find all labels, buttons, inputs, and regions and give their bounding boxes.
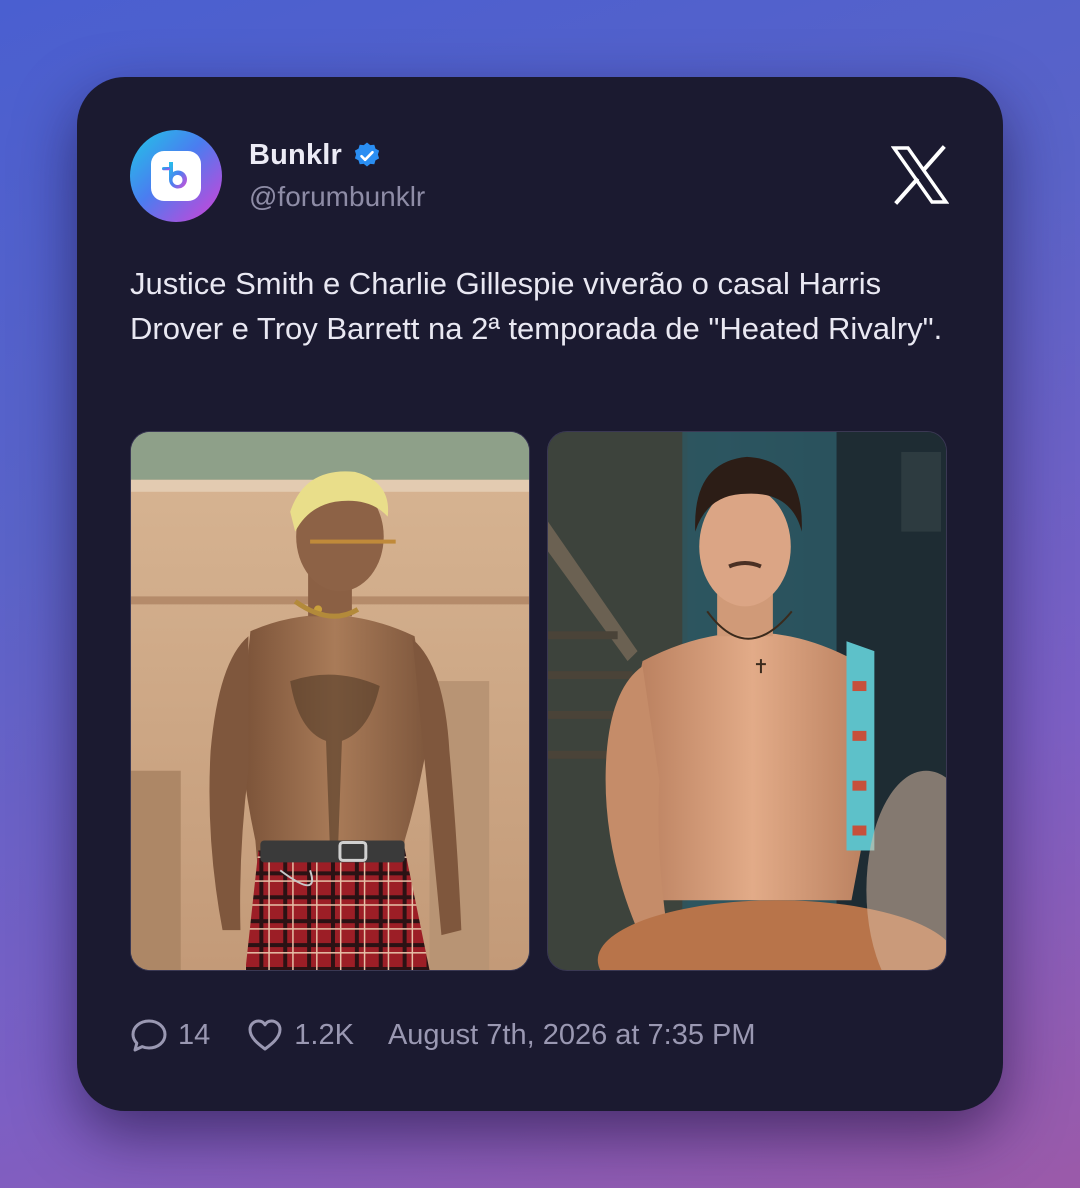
account-name-row: Bunklr bbox=[249, 139, 382, 172]
display-name[interactable]: Bunklr bbox=[249, 139, 342, 172]
avatar[interactable] bbox=[130, 130, 222, 222]
reply-button[interactable]: 14 bbox=[130, 1016, 210, 1054]
account-handle[interactable]: @forumbunklr bbox=[249, 181, 425, 213]
bunklr-logo-icon bbox=[151, 151, 201, 201]
like-button[interactable]: 1.2K bbox=[246, 1016, 354, 1054]
reply-count: 14 bbox=[178, 1018, 211, 1051]
tweet-text: Justice Smith e Charlie Gillespie viverã… bbox=[130, 266, 943, 346]
heart-icon bbox=[248, 1019, 282, 1051]
verified-badge-icon bbox=[354, 142, 380, 166]
reply-icon bbox=[131, 1019, 167, 1052]
tweet-footer: 14 1.2K August 7th, 2026 at 7:35 PM bbox=[130, 1015, 756, 1055]
image-shirtless-man-with-guitar bbox=[548, 432, 946, 970]
image-shirtless-man-plaid-pants bbox=[131, 432, 529, 970]
like-count: 1.2K bbox=[294, 1018, 354, 1051]
tweet-card: Bunklr @forumbunklr Justice Smith e Char… bbox=[77, 77, 1003, 1111]
tweet-image-1[interactable] bbox=[130, 431, 530, 971]
x-logo-icon[interactable] bbox=[891, 145, 949, 205]
tweet-timestamp[interactable]: August 7th, 2026 at 7:35 PM bbox=[388, 1019, 756, 1052]
tweet-image-2[interactable] bbox=[547, 431, 947, 971]
